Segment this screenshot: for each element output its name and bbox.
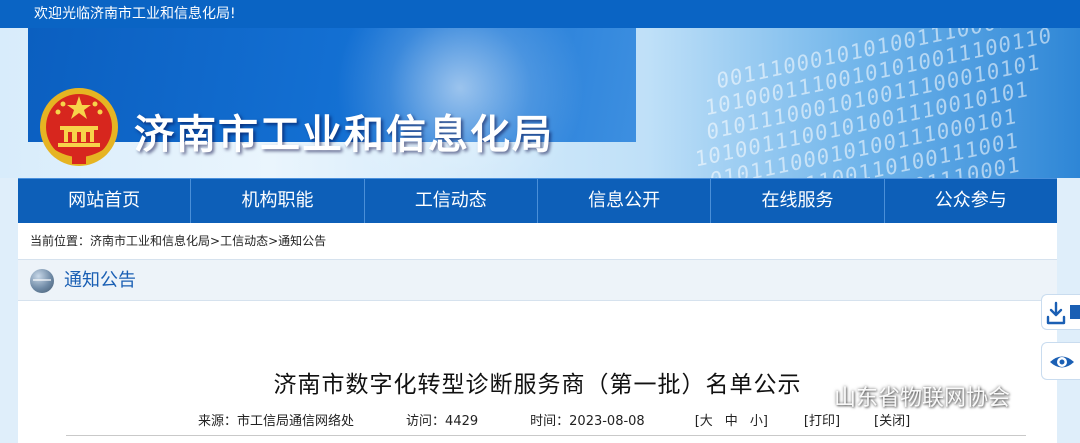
nav-item-home[interactable]: 网站首页 xyxy=(18,179,192,223)
nav-item-disclosure[interactable]: 信息公开 xyxy=(538,179,712,223)
close-button[interactable]: [关闭] xyxy=(874,410,910,429)
print-button[interactable]: [打印] xyxy=(804,410,840,429)
breadcrumb-link-news[interactable]: 工信动态 xyxy=(220,234,268,248)
font-size-medium-button[interactable]: 中 xyxy=(725,410,738,429)
main-nav: 网站首页 机构职能 工信动态 信息公开 在线服务 公众参与 xyxy=(18,178,1057,223)
divider xyxy=(66,435,1026,436)
nav-item-online-services[interactable]: 在线服务 xyxy=(711,179,885,223)
watermark-text: 山东省物联网协会 xyxy=(834,386,1011,411)
eye-icon xyxy=(1050,356,1074,368)
nav-item-news[interactable]: 工信动态 xyxy=(365,179,538,223)
breadcrumb: 当前位置：济南市工业和信息化局>工信动态>通知公告 xyxy=(18,223,1057,259)
time-label: 时间： xyxy=(530,414,570,429)
section-title: 通知公告 xyxy=(64,270,136,291)
national-emblem-icon xyxy=(40,88,118,166)
source-label: 来源： xyxy=(198,414,238,429)
visits-value: 4429 xyxy=(445,414,479,429)
breadcrumb-separator: > xyxy=(210,234,221,248)
view-button[interactable] xyxy=(1041,342,1080,380)
nav-item-public-participation[interactable]: 公众参与 xyxy=(885,179,1057,223)
site-title: 济南市工业和信息化局 xyxy=(134,112,554,158)
welcome-bar: 欢迎光临济南市工业和信息化局! xyxy=(0,0,1080,28)
header-banner: 0011100010101001110001010 10100011100101… xyxy=(0,28,1080,178)
watermark: 山东省物联网协会 xyxy=(806,380,1010,412)
breadcrumb-separator: > xyxy=(268,234,279,248)
font-size-large-button[interactable]: [大 xyxy=(695,410,713,429)
breadcrumb-link-home[interactable]: 济南市工业和信息化局 xyxy=(90,234,210,248)
font-size-small-button[interactable]: 小] xyxy=(750,410,768,429)
visits-label: 访问： xyxy=(406,414,446,429)
date-value: 2023-08-08 xyxy=(569,414,645,429)
nav-item-functions[interactable]: 机构职能 xyxy=(191,179,365,223)
breadcrumb-link-notices[interactable]: 通知公告 xyxy=(278,234,326,248)
article-meta: 来源：市工信局通信网络处 访问：4429 时间：2023-08-08 [大中小] [打印… xyxy=(198,410,910,429)
section-header: 通知公告 xyxy=(18,259,1057,301)
download-icon xyxy=(1046,301,1080,325)
globe-icon xyxy=(30,269,54,293)
binary-decoration: 0011100010101001110001010 10100011100101… xyxy=(694,28,1053,178)
article-panel: 通知公告 济南市数字化转型诊断服务商（第一批）名单公示 来源：市工信局通信网络处… xyxy=(18,259,1057,443)
download-button[interactable] xyxy=(1041,294,1080,330)
source-value: 市工信局通信网络处 xyxy=(237,414,355,429)
wechat-icon xyxy=(806,388,830,407)
welcome-text: 欢迎光临济南市工业和信息化局! xyxy=(34,6,236,22)
breadcrumb-prefix: 当前位置： xyxy=(30,234,91,248)
